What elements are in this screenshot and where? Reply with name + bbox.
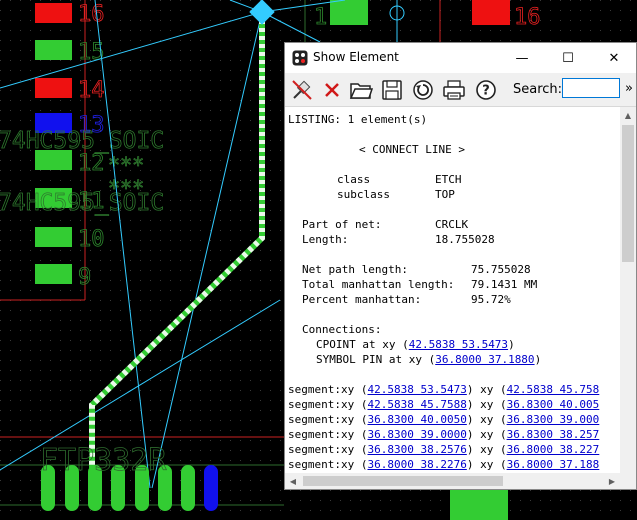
help-button[interactable]: ? [473, 77, 499, 103]
scroll-up-icon[interactable]: ▲ [620, 107, 636, 123]
segment-end-link[interactable]: 36.8300 38.257 [507, 428, 600, 441]
pin-label: 16 [78, 2, 105, 27]
delete-button[interactable] [319, 77, 345, 103]
pin-label: 12 [78, 151, 105, 176]
pad-bottom-right[interactable] [450, 488, 508, 520]
pad[interactable] [181, 465, 195, 511]
print-icon [443, 80, 465, 100]
pad-right-16[interactable] [472, 0, 510, 25]
search-label: Search: [513, 82, 563, 97]
scroll-thumb[interactable] [622, 125, 634, 262]
vertical-scrollbar[interactable]: ▲ [620, 107, 636, 475]
manhattan-value: 79.1431 MM [471, 278, 538, 291]
pad-10[interactable] [35, 227, 72, 247]
refresh-icon [413, 80, 433, 100]
delete-icon [325, 83, 339, 97]
segment-start-link[interactable]: 36.8300 38.2576 [367, 443, 466, 456]
segment-start-link[interactable]: 36.8000 38.2276 [367, 458, 466, 471]
length-value: 18.755028 [435, 233, 495, 246]
listing-header: LISTING: 1 element(s) [288, 113, 428, 126]
pad-9[interactable] [35, 264, 72, 284]
pin-label: 14 [78, 78, 105, 103]
scroll-thumb[interactable] [303, 476, 503, 486]
length-label: Length: [302, 233, 349, 246]
segment-line: segment:xy (36.8300 38.2576) xy (36.8000… [288, 443, 600, 456]
app-icon [292, 50, 308, 66]
title-bar[interactable]: Show Element — ☐ ✕ [285, 43, 636, 73]
segment-line: segment:xy (42.5838 45.7588) xy (36.8300… [288, 398, 600, 411]
minimize-icon: — [515, 50, 529, 66]
segment-start-link[interactable]: 42.5838 53.5473 [367, 383, 466, 396]
segment-line: segment:xy (42.5838 53.5473) xy (42.5838… [288, 383, 600, 396]
segment-end-link[interactable]: 36.8300 39.000 [507, 413, 600, 426]
pin-label: 9 [78, 265, 91, 290]
pin-button[interactable] [289, 77, 315, 103]
pin-icon [292, 80, 312, 100]
subclass-value: TOP [435, 188, 455, 201]
close-button[interactable]: ✕ [591, 43, 637, 73]
report-content[interactable]: LISTING: 1 element(s) < CONNECT LINE > c… [285, 107, 622, 475]
element-type: < CONNECT LINE > [359, 143, 465, 156]
maximize-icon: ☐ [562, 50, 574, 66]
svg-text:?: ? [482, 84, 490, 99]
segment-end-link[interactable]: 36.8000 38.227 [507, 443, 600, 456]
asterisk-label: *** [108, 176, 144, 200]
pad-top-1[interactable] [330, 0, 368, 25]
save-button[interactable] [379, 77, 405, 103]
subclass-label: subclass [337, 188, 390, 201]
segment-end-link[interactable]: 36.8300 40.005 [507, 398, 600, 411]
toolbar: ? Search: » [285, 73, 636, 107]
save-icon [382, 80, 402, 100]
refresh-button[interactable] [410, 77, 436, 103]
net-path-label: Net path length: [302, 263, 408, 276]
help-icon: ? [476, 80, 496, 100]
manhattan-label: Total manhattan length: [302, 278, 455, 291]
scroll-right-icon[interactable]: ▶ [604, 473, 620, 489]
symbol-pin-line: SYMBOL PIN at xy (36.8000 37.1880) [316, 353, 542, 366]
segment-line: segment:xy (36.8300 40.0050) xy (36.8300… [288, 413, 600, 426]
percent-label: Percent manhattan: [302, 293, 422, 306]
maximize-button[interactable]: ☐ [545, 43, 591, 73]
class-label: class [337, 173, 371, 186]
scroll-left-icon[interactable]: ◀ [285, 473, 301, 489]
segment-start-link[interactable]: 36.8300 39.0000 [367, 428, 466, 441]
net-label: Part of net: [302, 218, 382, 231]
segment-line: segment:xy (36.8300 39.0000) xy (36.8300… [288, 428, 600, 441]
refdes-label: 74HC595_SOIC [0, 128, 164, 154]
class-value: ETCH [435, 173, 462, 186]
percent-value: 95.72% [471, 293, 511, 306]
component-label: FTP332R [40, 443, 167, 478]
search-input[interactable] [562, 78, 620, 98]
print-button[interactable] [441, 77, 467, 103]
symbol-pin-link[interactable]: 36.8000 37.1880 [435, 353, 534, 366]
pin-label: 16 [514, 5, 541, 30]
pad-16[interactable] [35, 3, 72, 23]
show-element-dialog: Show Element — ☐ ✕ ? Search: » LISTING: … [284, 42, 637, 490]
segment-end-link[interactable]: 36.8000 37.188 [507, 458, 600, 471]
open-folder-icon [349, 83, 373, 99]
net-value: CRCLK [435, 218, 469, 231]
segment-start-link[interactable]: 42.5838 45.7588 [367, 398, 466, 411]
pin-label: 1 [314, 5, 327, 30]
chevron-more-icon[interactable]: » [625, 81, 633, 96]
net-path-value: 75.755028 [471, 263, 531, 276]
segment-end-link[interactable]: 42.5838 45.758 [507, 383, 600, 396]
close-icon: ✕ [608, 50, 620, 66]
pad-15[interactable] [35, 40, 72, 60]
segment-line: segment:xy (36.8000 38.2276) xy (36.8000… [288, 458, 600, 471]
pad[interactable] [204, 465, 218, 511]
window-title: Show Element [313, 50, 399, 64]
horizontal-scrollbar[interactable]: ◀ ▶ [285, 473, 636, 489]
segment-start-link[interactable]: 36.8300 40.0050 [367, 413, 466, 426]
pin-label: 10 [78, 227, 105, 252]
cpoint-line: CPOINT at xy (42.5838 53.5473) [316, 338, 515, 351]
minimize-button[interactable]: — [499, 43, 545, 73]
connections-label: Connections: [302, 323, 382, 336]
pad-14[interactable] [35, 78, 72, 98]
cpoint-link[interactable]: 42.5838 53.5473 [409, 338, 508, 351]
open-button[interactable] [348, 77, 374, 103]
